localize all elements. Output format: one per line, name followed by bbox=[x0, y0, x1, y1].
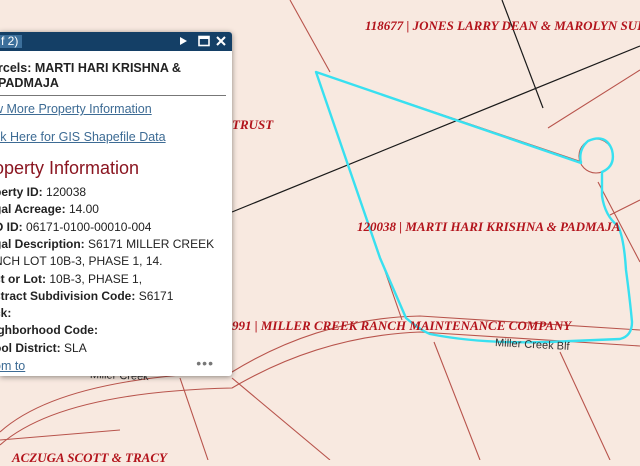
field-label: gal Description: bbox=[0, 236, 85, 251]
property-field: NCH LOT 10B-3, PHASE 1, 14. bbox=[0, 254, 163, 269]
parcel-boundary bbox=[547, 69, 640, 129]
section-line bbox=[501, 0, 544, 109]
field-value: 14.00 bbox=[68, 202, 99, 217]
more-property-info-link[interactable]: w More Property Information bbox=[0, 102, 152, 116]
feature-count-label: f 2) bbox=[0, 35, 23, 48]
property-field: gal Acreage: 14.00 bbox=[0, 202, 99, 217]
field-label: gal Acreage: bbox=[0, 202, 66, 217]
field-label: perty ID: bbox=[0, 185, 43, 199]
zoom-to-link[interactable]: om to bbox=[0, 359, 25, 373]
close-icon[interactable] bbox=[214, 34, 228, 48]
parcel-boundary bbox=[231, 377, 331, 460]
field-label: ck: bbox=[0, 306, 12, 321]
property-field: ct or Lot: 10B-3, PHASE 1, bbox=[0, 272, 142, 287]
parcel-boundary bbox=[289, 0, 331, 73]
parcel-boundary bbox=[433, 341, 481, 460]
title-divider bbox=[0, 95, 226, 96]
property-field: gal Description: S6171 MILLER CREEK bbox=[0, 237, 214, 252]
field-value: 120038 bbox=[46, 185, 87, 199]
property-field: stract Subdivision Code: S6171 bbox=[0, 289, 173, 304]
field-label: ool District: bbox=[0, 340, 61, 355]
property-field: ck: bbox=[0, 306, 11, 321]
popup-title: rcels: MARTI HARI KRISHNA & PADMAJA bbox=[0, 61, 181, 90]
field-value: SLA bbox=[64, 340, 87, 355]
field-label: O ID: bbox=[0, 219, 23, 234]
field-label: ighborhood Code: bbox=[0, 323, 98, 338]
property-field: perty ID: 120038 bbox=[0, 185, 86, 200]
more-actions-button[interactable]: ••• bbox=[196, 355, 214, 371]
parcel-label-ranch: 991 | MILLER CREEK RANCH MAINTENANCE COM… bbox=[232, 318, 572, 333]
parcel-label-118677: 118677 | JONES LARRY DEAN & MAROLYN SUE bbox=[365, 18, 640, 33]
selected-parcel-outline[interactable] bbox=[314, 70, 634, 344]
parcel-label-bottom: ACZUGA SCOTT & TRACY bbox=[12, 450, 167, 465]
field-value: NCH LOT 10B-3, PHASE 1, 14. bbox=[0, 254, 163, 269]
maximize-icon[interactable] bbox=[197, 34, 211, 48]
field-label: stract Subdivision Code: bbox=[0, 288, 136, 303]
property-info-heading: operty Information bbox=[0, 158, 140, 178]
field-value: S6171 bbox=[138, 288, 174, 303]
feature-popup: f 2) rcels: MARTI HARI KRISHNA & PADMAJA… bbox=[0, 32, 232, 376]
popup-header: f 2) bbox=[0, 32, 232, 51]
parcel-label-120038: 120038 | MARTI HARI KRISHNA & PADMAJA bbox=[357, 219, 621, 234]
property-field: ool District: SLA bbox=[0, 341, 87, 356]
field-value: 10B-3, PHASE 1, bbox=[49, 271, 143, 286]
parcel-boundary bbox=[559, 351, 611, 460]
property-field: O ID: 06171-0100-00010-004 bbox=[0, 220, 151, 235]
field-label: ct or Lot: bbox=[0, 271, 46, 286]
field-value: S6171 MILLER CREEK bbox=[88, 236, 215, 251]
popup-body: rcels: MARTI HARI KRISHNA & PADMAJA w Mo… bbox=[0, 51, 232, 376]
field-value: 06171-0100-00010-004 bbox=[26, 219, 152, 234]
next-feature-icon[interactable] bbox=[176, 34, 190, 48]
section-line bbox=[231, 45, 640, 213]
parcel-label-trust: TRUST bbox=[232, 117, 274, 132]
gis-shapefile-link[interactable]: ck Here for GIS Shapefile Data bbox=[0, 130, 166, 144]
property-field: ighborhood Code: bbox=[0, 323, 98, 338]
parcel-boundary bbox=[609, 199, 640, 216]
